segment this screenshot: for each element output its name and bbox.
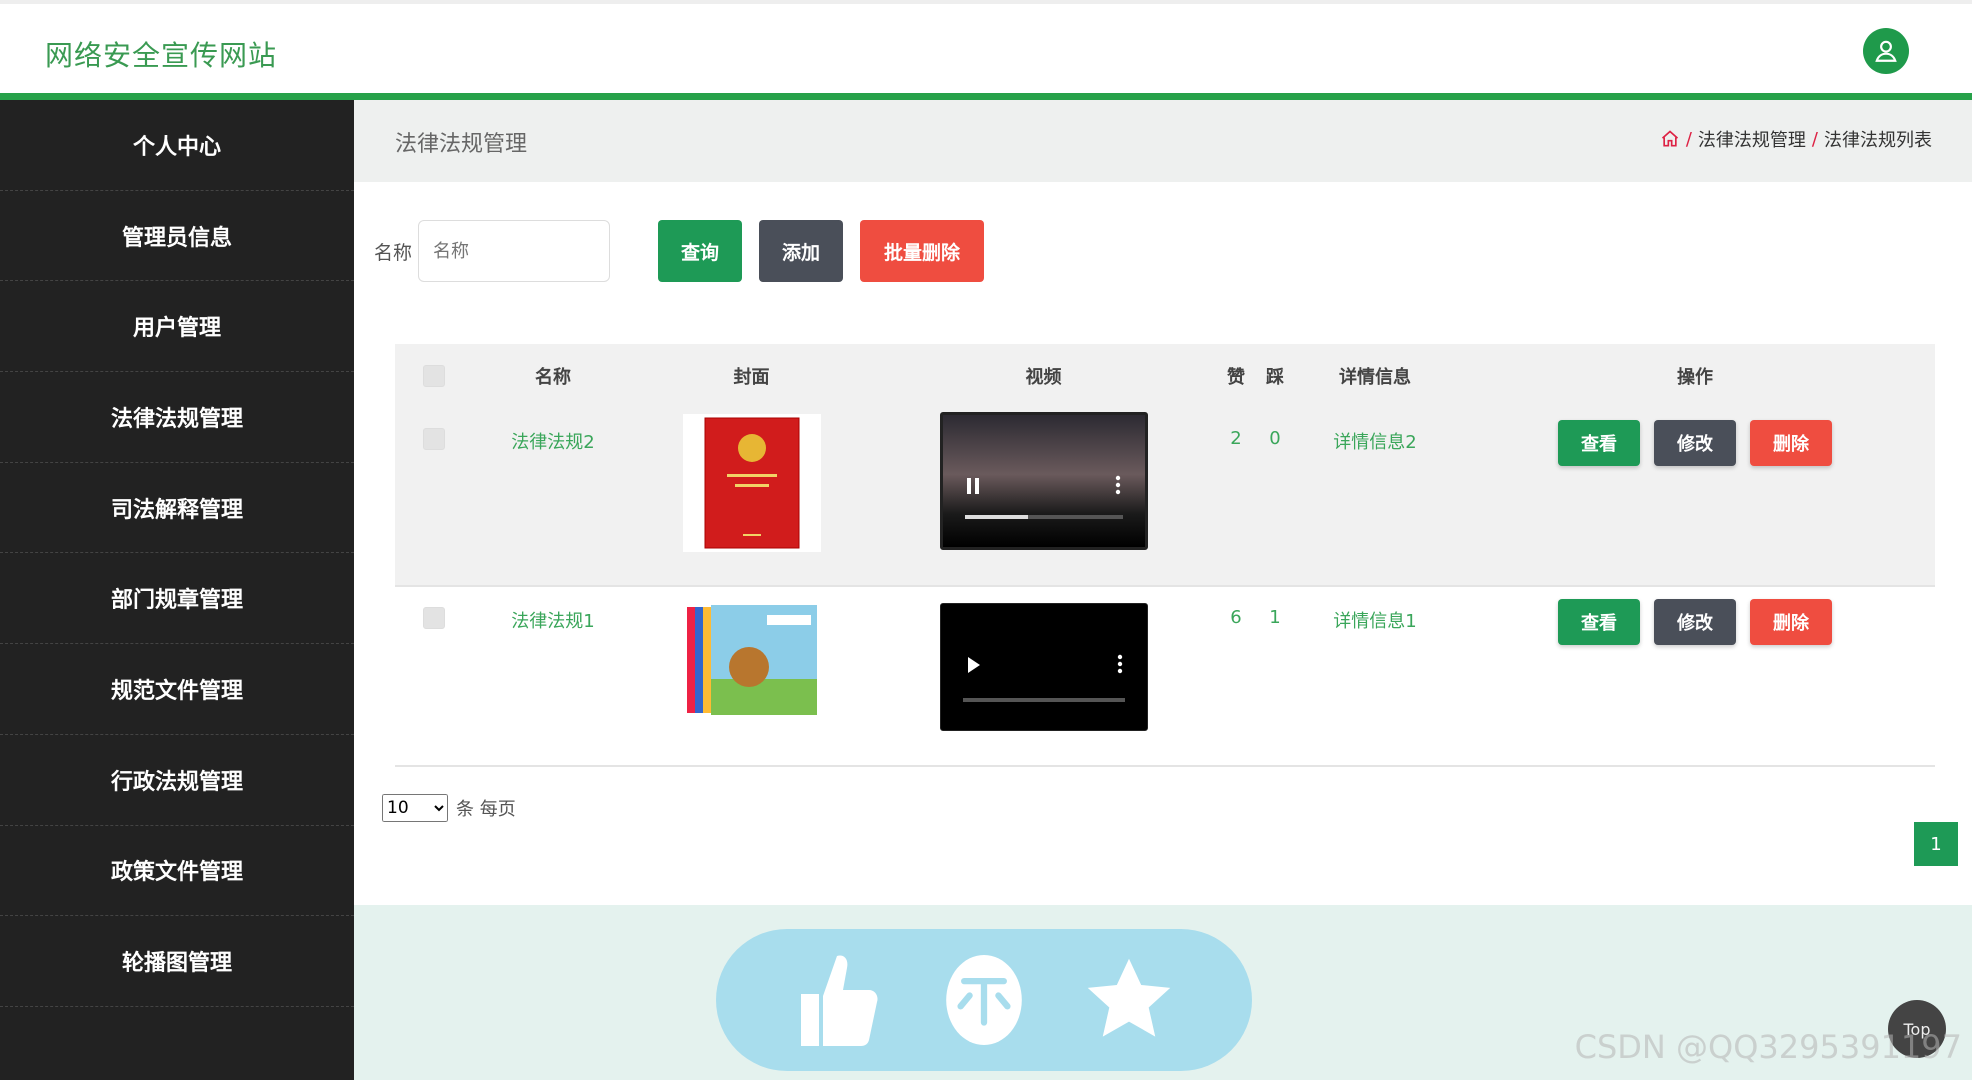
add-button[interactable]: 添加: [759, 220, 844, 282]
sidebar-item-normative-documents[interactable]: 规范文件管理: [0, 644, 354, 735]
video-player[interactable]: [939, 412, 1148, 550]
dislike-count: 0: [1269, 428, 1281, 449]
user-avatar[interactable]: [1863, 28, 1909, 74]
column-header-name: 名称: [535, 367, 571, 388]
detail-info[interactable]: 详情信息2: [1295, 408, 1455, 454]
column-header-detail: 详情信息: [1339, 367, 1411, 388]
delete-button[interactable]: 删除: [1750, 420, 1832, 466]
sidebar-item-user-management[interactable]: 用户管理: [0, 281, 354, 373]
watermark: CSDN @QQ3295391197: [1574, 1028, 1962, 1066]
breadcrumb-item[interactable]: 法律法规管理: [1698, 126, 1806, 152]
edit-button[interactable]: 修改: [1654, 599, 1736, 645]
laws-table: 名称 封面 视频 赞 踩 详情信息 操作 法律法规2 2 0 详情信息2 查看 …: [395, 344, 1935, 767]
column-header-like: 赞: [1227, 367, 1245, 388]
video-player[interactable]: [939, 603, 1148, 731]
more-options-icon[interactable]: [1117, 654, 1123, 674]
sidebar-item-carousel[interactable]: 轮播图管理: [0, 916, 354, 1007]
breadcrumb-item[interactable]: 法律法规列表: [1824, 126, 1932, 152]
edit-button[interactable]: 修改: [1654, 420, 1736, 466]
pagination-size: 10 条 每页: [382, 794, 516, 822]
column-header-cover: 封面: [733, 367, 770, 388]
pause-icon[interactable]: [965, 477, 981, 495]
view-button[interactable]: 查看: [1558, 420, 1640, 466]
thumbs-up-icon[interactable]: [794, 945, 884, 1055]
like-count: 2: [1230, 428, 1242, 449]
dislike-icon[interactable]: [939, 945, 1029, 1055]
row-checkbox[interactable]: [423, 607, 445, 629]
search-label: 名称: [374, 241, 413, 264]
action-bar: [716, 929, 1252, 1071]
sidebar-item-department-rules[interactable]: 部门规章管理: [0, 553, 354, 645]
per-page-label: 条 每页: [456, 799, 516, 820]
page-title: 法律法规管理: [395, 132, 528, 157]
home-icon[interactable]: [1660, 129, 1680, 149]
row-checkbox[interactable]: [423, 428, 445, 450]
table-row: 法律法规1 6 1 详情信息1 查看 修改 删除: [395, 587, 1935, 767]
cover-image: [682, 601, 821, 719]
search-input[interactable]: [418, 220, 611, 282]
cover-image: [682, 414, 821, 552]
video-progress-fill: [964, 515, 1028, 519]
star-icon[interactable]: [1084, 945, 1174, 1055]
delete-button[interactable]: 删除: [1750, 599, 1832, 645]
sidebar-item-admin-info[interactable]: 管理员信息: [0, 191, 354, 282]
select-all-checkbox[interactable]: [423, 365, 445, 387]
row-name[interactable]: 法律法规2: [473, 408, 633, 454]
like-count: 6: [1230, 607, 1242, 628]
site-title[interactable]: 网络安全宣传网站: [45, 34, 277, 74]
video-progress[interactable]: [962, 698, 1125, 702]
play-icon[interactable]: [967, 656, 981, 674]
page-number-button[interactable]: 1: [1914, 822, 1958, 866]
sidebar-item-judicial-interpretation[interactable]: 司法解释管理: [0, 463, 354, 554]
title-bar: 法律法规管理 / 法律法规管理 / 法律法规列表: [354, 100, 1972, 182]
column-header-ops: 操作: [1677, 367, 1713, 388]
row-name[interactable]: 法律法规1: [473, 587, 633, 633]
more-options-icon[interactable]: [1115, 475, 1121, 495]
dislike-count: 1: [1269, 607, 1281, 628]
view-button[interactable]: 查看: [1558, 599, 1640, 645]
query-button[interactable]: 查询: [658, 220, 743, 282]
sidebar-item-administrative-regulations[interactable]: 行政法规管理: [0, 735, 354, 826]
per-page-select[interactable]: 10: [382, 794, 448, 822]
sidebar-item-laws-management[interactable]: 法律法规管理: [0, 372, 354, 463]
breadcrumb: / 法律法规管理 / 法律法规列表: [1660, 126, 1932, 152]
sidebar: 个人中心 管理员信息 用户管理 法律法规管理 司法解释管理 部门规章管理 规范文…: [0, 100, 354, 1080]
user-icon: [1875, 40, 1897, 62]
top-header: 网络安全宣传网站: [0, 0, 1972, 100]
batch-delete-button[interactable]: 批量删除: [860, 220, 985, 282]
sidebar-item-personal-center[interactable]: 个人中心: [0, 100, 354, 191]
sidebar-item-policy-documents[interactable]: 政策文件管理: [0, 826, 354, 917]
column-header-video: 视频: [1025, 367, 1062, 388]
breadcrumb-separator: /: [1685, 128, 1692, 150]
table-header: 名称 封面 视频 赞 踩 详情信息 操作: [395, 344, 1935, 408]
video-progress[interactable]: [964, 515, 1123, 519]
main-content: 法律法规管理 / 法律法规管理 / 法律法规列表 名称 查询 添加 批量删除 名…: [354, 100, 1972, 1080]
column-header-dislike: 踩: [1266, 367, 1284, 388]
search-bar: 名称 查询 添加 批量删除: [374, 220, 985, 282]
detail-info[interactable]: 详情信息1: [1295, 587, 1455, 633]
table-row: 法律法规2 2 0 详情信息2 查看 修改 删除: [395, 408, 1935, 587]
breadcrumb-separator: /: [1811, 128, 1818, 150]
footer: Top CSDN @QQ3295391197: [354, 905, 1972, 1080]
